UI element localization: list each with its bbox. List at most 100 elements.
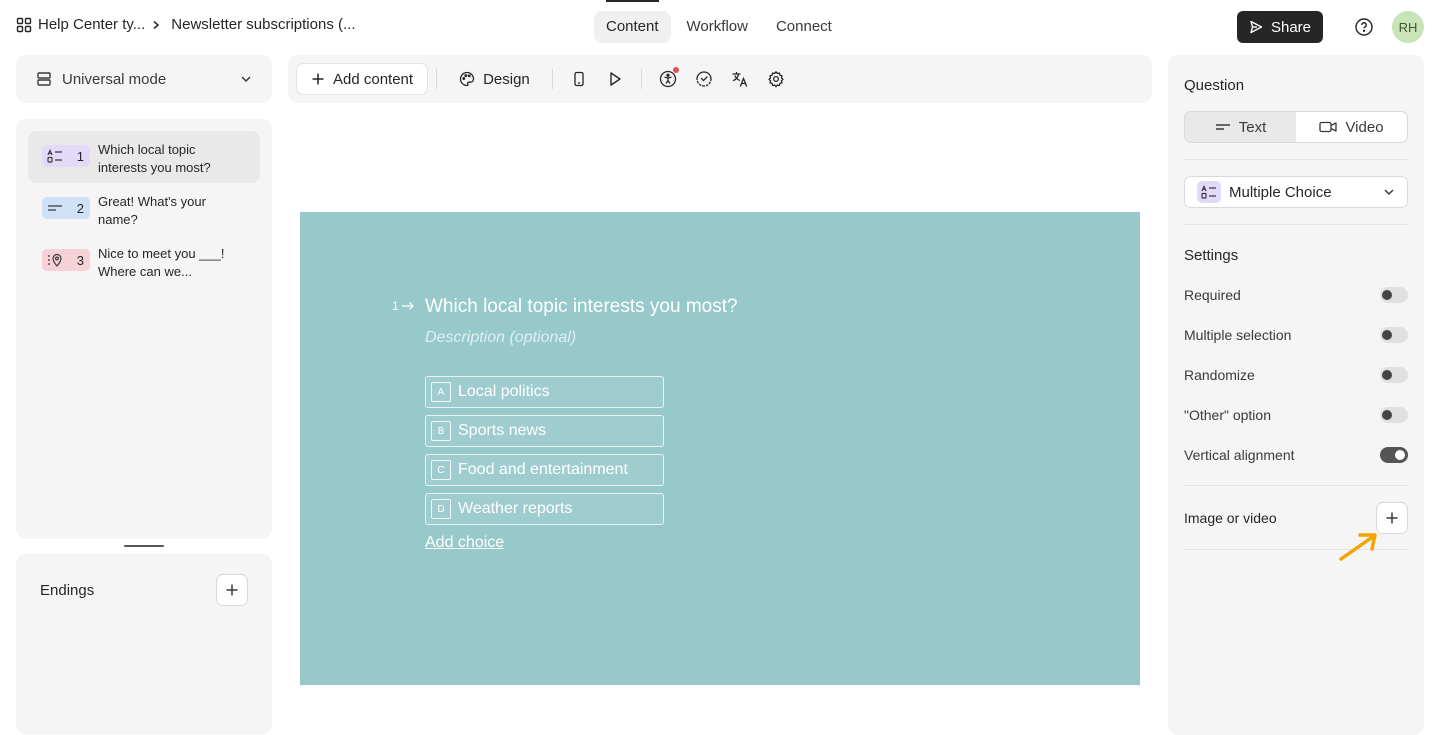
question-format-toggle: Text Video xyxy=(1184,111,1408,143)
setting-label: Vertical alignment xyxy=(1184,447,1295,463)
choice-option[interactable]: C Food and entertainment xyxy=(425,454,664,486)
hint-arrow-icon xyxy=(1336,528,1382,564)
toolbar-divider xyxy=(551,69,553,89)
choice-option[interactable]: D Weather reports xyxy=(425,493,664,525)
choice-label: Sports news xyxy=(458,422,547,439)
loading-icon[interactable] xyxy=(686,63,722,95)
question-number: 3 xyxy=(76,252,84,268)
question-title: Nice to meet you ___! Where can we... xyxy=(98,246,225,279)
setting-label: Required xyxy=(1184,287,1241,303)
breadcrumb-workspace[interactable]: Help Center ty... xyxy=(16,16,145,33)
choice-label: Local politics xyxy=(458,383,550,400)
question-list: 1 Which local topic interests you most? … xyxy=(16,119,272,539)
choice-option[interactable]: A Local politics xyxy=(425,376,664,408)
tab-connect[interactable]: Connect xyxy=(764,11,844,43)
choice-key: A xyxy=(431,382,451,402)
add-content-label: Add content xyxy=(333,70,414,88)
question-title-input[interactable]: Which local topic interests you most? xyxy=(425,296,738,318)
grid-icon xyxy=(16,17,32,33)
multiple-choice-icon xyxy=(1197,181,1221,203)
accessibility-icon[interactable] xyxy=(650,63,686,95)
randomize-toggle[interactable] xyxy=(1380,367,1408,383)
mobile-preview-icon[interactable] xyxy=(561,63,597,95)
plus-icon xyxy=(311,72,325,86)
vertical-alignment-toggle[interactable] xyxy=(1380,447,1408,463)
format-option-video[interactable]: Video xyxy=(1296,112,1407,142)
video-camera-icon xyxy=(1319,120,1338,134)
question-number: 1 xyxy=(392,299,399,313)
choice-key: D xyxy=(431,499,451,519)
list-item[interactable]: 2 Great! What's your name? xyxy=(28,183,260,235)
choice-option[interactable]: B Sports news xyxy=(425,415,664,447)
other-option-toggle[interactable] xyxy=(1380,407,1408,423)
setting-vertical-alignment: Vertical alignment xyxy=(1184,445,1408,465)
divider xyxy=(1184,224,1408,225)
add-ending-button[interactable] xyxy=(216,574,248,606)
avatar[interactable]: RH xyxy=(1392,11,1424,43)
question-type-select[interactable]: Multiple Choice xyxy=(1184,176,1408,208)
palette-icon xyxy=(459,71,475,87)
arrow-right-icon xyxy=(401,301,415,311)
plus-icon xyxy=(1385,511,1399,525)
divider xyxy=(1184,485,1408,486)
share-label: Share xyxy=(1270,18,1312,36)
setting-randomize: Randomize xyxy=(1184,365,1408,385)
chevron-right-icon xyxy=(151,20,161,30)
tab-content[interactable]: Content xyxy=(594,11,671,43)
mode-select[interactable]: Universal mode xyxy=(16,55,272,103)
choice-label: Food and entertainment xyxy=(458,461,628,478)
choice-label: Weather reports xyxy=(458,500,573,517)
question-type-label: Multiple Choice xyxy=(1229,183,1332,201)
endings-title: Endings xyxy=(40,582,95,599)
question-type-badge: 1 xyxy=(42,145,90,167)
translate-icon[interactable] xyxy=(722,63,758,95)
plus-icon xyxy=(225,583,239,597)
media-heading: Image or video xyxy=(1184,510,1277,526)
breadcrumb-workspace-label: Help Center ty... xyxy=(38,16,146,33)
question-number: 2 xyxy=(76,200,84,216)
add-content-button[interactable]: Add content xyxy=(296,63,429,95)
format-option-label: Text xyxy=(1238,118,1267,136)
share-button[interactable]: Share xyxy=(1237,11,1323,43)
choice-list: A Local politics B Sports news C Food an… xyxy=(425,376,664,532)
main-tabs: Content Workflow Connect xyxy=(594,11,844,43)
layers-icon xyxy=(36,71,52,87)
panel-resize-handle[interactable] xyxy=(124,545,164,547)
setting-other-option: "Other" option xyxy=(1184,405,1408,425)
choice-key: C xyxy=(431,460,451,480)
list-item[interactable]: 3 Nice to meet you ___! Where can we... xyxy=(28,235,260,287)
setting-required: Required xyxy=(1184,285,1408,305)
tab-workflow[interactable]: Workflow xyxy=(675,11,760,43)
mode-select-label: Universal mode xyxy=(62,70,167,88)
question-title: Which local topic interests you most? xyxy=(98,142,211,175)
chevron-down-icon xyxy=(240,73,252,85)
address-icon xyxy=(47,253,63,267)
help-icon[interactable] xyxy=(1353,16,1375,38)
gear-icon[interactable] xyxy=(758,63,794,95)
question-number: 1 xyxy=(76,148,84,164)
multiple-selection-toggle[interactable] xyxy=(1380,327,1408,343)
format-option-text[interactable]: Text xyxy=(1185,112,1296,142)
choice-key: B xyxy=(431,421,451,441)
form-preview-canvas: 1 Which local topic interests you most? … xyxy=(300,212,1140,685)
setting-multiple-selection: Multiple selection xyxy=(1184,325,1408,345)
add-choice-link[interactable]: Add choice xyxy=(425,534,504,552)
toolbar-divider xyxy=(436,69,438,89)
settings-heading: Settings xyxy=(1184,247,1239,264)
toolbar-divider xyxy=(640,69,642,89)
design-button[interactable]: Design xyxy=(445,63,544,95)
top-bar: Help Center ty... Newsletter subscriptio… xyxy=(0,0,1440,54)
design-label: Design xyxy=(483,70,530,88)
text-lines-icon xyxy=(1215,121,1231,133)
required-toggle[interactable] xyxy=(1380,287,1408,303)
setting-label: "Other" option xyxy=(1184,407,1271,423)
list-item[interactable]: 1 Which local topic interests you most? xyxy=(28,131,260,183)
breadcrumb-form[interactable]: Newsletter subscriptions (... xyxy=(171,16,355,33)
question-type-badge: 3 xyxy=(42,249,90,271)
active-tab-indicator xyxy=(606,0,659,2)
question-heading: Question xyxy=(1184,77,1245,94)
question-description-input[interactable]: Description (optional) xyxy=(425,329,576,347)
play-icon[interactable] xyxy=(597,63,633,95)
breadcrumb-form-label: Newsletter subscriptions (... xyxy=(171,16,356,33)
setting-label: Multiple selection xyxy=(1184,327,1292,343)
